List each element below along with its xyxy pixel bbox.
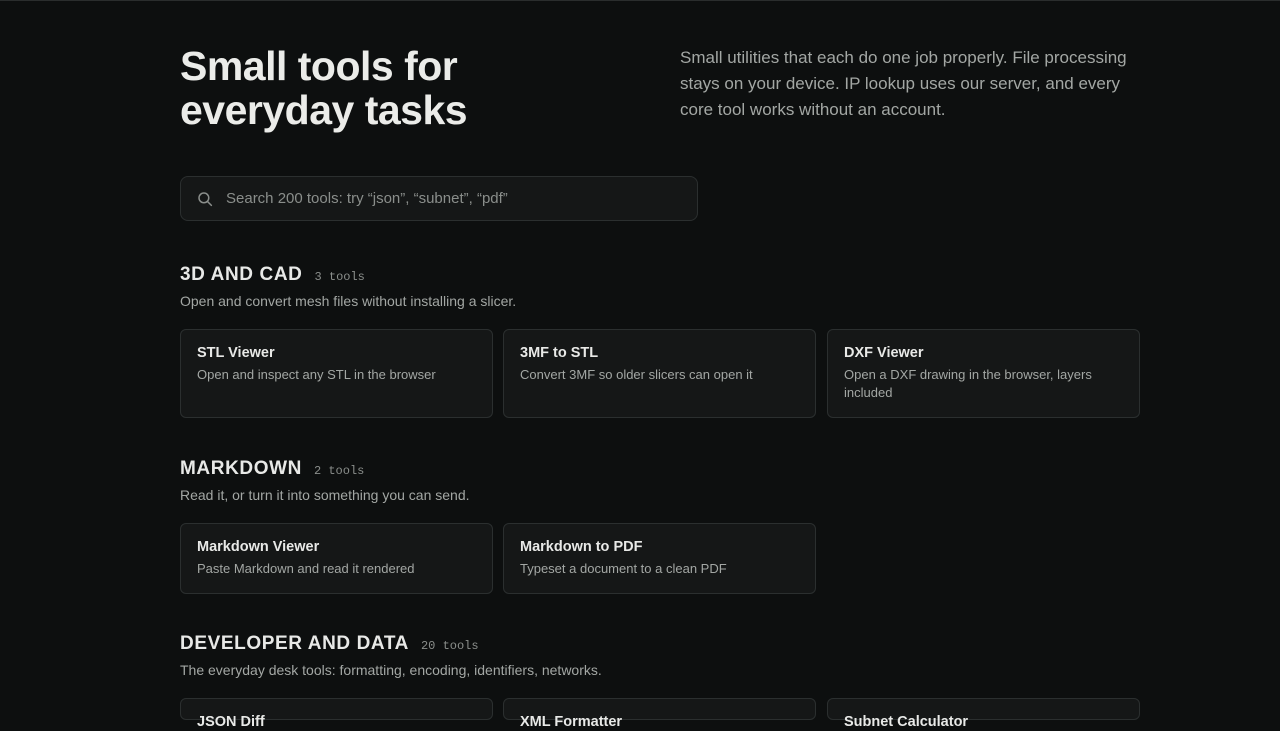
- tool-card-xml-formatter[interactable]: XML Formatter: [503, 698, 816, 730]
- tool-card-subnet-calculator[interactable]: Subnet Calculator: [827, 698, 1140, 730]
- tool-card-description: Open a DXF drawing in the browser, layer…: [844, 367, 1092, 400]
- tool-card-title: XML Formatter: [520, 714, 623, 730]
- tool-card-markdown-to-pdf[interactable]: Markdown to PDF Typeset a document to a …: [503, 523, 816, 594]
- section-title: 3D AND CAD: [180, 264, 303, 285]
- section-header: DEVELOPER AND DATA 20 tools: [180, 633, 1140, 659]
- section-description: The everyday desk tools: formatting, enc…: [180, 662, 602, 678]
- tool-card-3mf-to-stl[interactable]: 3MF to STL Convert 3MF so older slicers …: [503, 329, 816, 418]
- tool-card-description: Convert 3MF so older slicers can open it: [520, 367, 753, 382]
- tool-card-title: Subnet Calculator: [844, 714, 969, 730]
- page-description: Small utilities that each do one job pro…: [680, 48, 1127, 119]
- tool-card-stl-viewer[interactable]: STL Viewer Open and inspect any STL in t…: [180, 329, 493, 418]
- section-header: 3D AND CAD 3 tools: [180, 264, 1140, 290]
- page-title-line-1: Small tools for: [180, 43, 458, 89]
- search-input[interactable]: [226, 177, 697, 220]
- section-description: Read it, or turn it into something you c…: [180, 487, 470, 503]
- tool-card-description: Paste Markdown and read it rendered: [197, 561, 415, 576]
- tool-card-json-diff[interactable]: JSON Diff: [180, 698, 493, 730]
- section-developer-and-data: DEVELOPER AND DATA 20 tools The everyday…: [180, 633, 1140, 679]
- search-box[interactable]: [180, 176, 698, 221]
- section-header: MARKDOWN 2 tools: [180, 458, 1140, 484]
- section-description: Open and convert mesh files without inst…: [180, 293, 517, 309]
- tool-card-markdown-viewer[interactable]: Markdown Viewer Paste Markdown and read …: [180, 523, 493, 594]
- section-tool-count: 2 tools: [313, 464, 365, 478]
- section-tool-count: 3 tools: [314, 270, 365, 284]
- tool-card-title: Markdown Viewer: [197, 539, 320, 555]
- tool-card-title: Markdown to PDF: [520, 539, 643, 555]
- section-tool-count: 20 tools: [420, 639, 479, 653]
- tool-card-title: DXF Viewer: [844, 345, 924, 361]
- top-border: [0, 0, 1280, 1]
- tool-card-description: Typeset a document to a clean PDF: [520, 561, 727, 576]
- tool-card-title: JSON Diff: [197, 714, 265, 730]
- tool-card-description: Open and inspect any STL in the browser: [197, 367, 436, 382]
- section-3d-and-cad: 3D AND CAD 3 tools Open and convert mesh…: [180, 264, 1140, 310]
- page-title-line-2: everyday tasks: [180, 87, 468, 133]
- section-title: DEVELOPER AND DATA: [180, 633, 409, 654]
- tool-card-title: 3MF to STL: [520, 345, 599, 361]
- tool-card-dxf-viewer[interactable]: DXF Viewer Open a DXF drawing in the bro…: [827, 329, 1140, 418]
- section-markdown: MARKDOWN 2 tools Read it, or turn it int…: [180, 458, 1140, 504]
- section-title: MARKDOWN: [180, 458, 302, 479]
- search-icon: [198, 191, 213, 206]
- tool-card-title: STL Viewer: [197, 345, 275, 361]
- page-title: Small tools for everyday tasks: [180, 44, 620, 132]
